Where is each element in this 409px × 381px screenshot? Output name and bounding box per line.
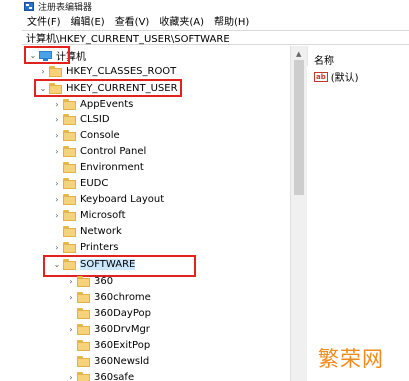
address-bar[interactable]: 计算机\HKEY_CURRENT_USER\SOFTWARE [22, 30, 409, 45]
highlight-box [24, 46, 70, 64]
tree-item-label: Microsoft [80, 210, 126, 221]
folder-icon [63, 178, 76, 189]
tree-item-360safe[interactable]: › 360safe [67, 370, 290, 381]
chevron-right-icon[interactable]: › [67, 325, 75, 334]
scroll-up-arrow-icon[interactable]: ▲ [296, 50, 301, 58]
tree-item-label: Control Panel [80, 146, 147, 157]
folder-icon [77, 292, 90, 303]
tree-item-label: AppEvents [80, 99, 134, 110]
folder-icon [77, 308, 90, 319]
chevron-right-icon[interactable]: › [53, 100, 61, 109]
tree-item-microsoft[interactable]: › Microsoft [53, 208, 290, 223]
tree-item-environment[interactable]: Environment [53, 160, 290, 175]
regedit-app-icon [24, 1, 34, 11]
folder-icon [63, 130, 76, 141]
column-divider [307, 46, 308, 66]
tree-item-console[interactable]: › Console [53, 128, 290, 143]
menu-file[interactable]: 文件(F) [27, 13, 61, 28]
tree-item-label: 360Newsld [94, 356, 150, 367]
chevron-right-icon[interactable]: › [53, 115, 61, 124]
tree-item-label: 360DrvMgr [94, 324, 150, 335]
folder-icon [63, 242, 76, 253]
folder-icon [77, 372, 90, 381]
tree-item-360exitpop[interactable]: 360ExitPop [67, 338, 290, 353]
tree-item-hkey-classes-root[interactable]: › HKEY_CLASSES_ROOT [39, 64, 290, 79]
chevron-right-icon[interactable]: › [53, 243, 61, 252]
tree-item-network[interactable]: Network [53, 224, 290, 239]
tree-item-label: Keyboard Layout [80, 194, 165, 205]
chevron-blank [53, 228, 61, 236]
chevron-right-icon[interactable]: › [53, 179, 61, 188]
tree-item-360newsld[interactable]: 360Newsld [67, 354, 290, 369]
tree-item-keyboard-layout[interactable]: › Keyboard Layout [53, 192, 290, 207]
folder-icon [49, 66, 62, 77]
chevron-blank [67, 358, 75, 366]
window-title: 注册表编辑器 [38, 2, 93, 13]
address-path: 计算机\HKEY_CURRENT_USER\SOFTWARE [26, 34, 230, 45]
value-row-default[interactable]: ab (默认) [314, 69, 359, 84]
tree-item-label: 360 [94, 276, 114, 287]
chevron-blank [67, 310, 75, 318]
tree-item-appevents[interactable]: › AppEvents [53, 97, 290, 112]
tree-item-360chrome[interactable]: › 360chrome [67, 290, 290, 305]
scroll-thumb[interactable] [294, 60, 304, 195]
tree-item-label: 360chrome [94, 292, 151, 303]
tree-item-label: 360safe [94, 372, 135, 381]
folder-icon [63, 226, 76, 237]
menu-help[interactable]: 帮助(H) [214, 13, 249, 28]
watermark-logo: 繁荣网 [318, 347, 384, 371]
value-name: (默认) [330, 73, 359, 84]
folder-icon [63, 210, 76, 221]
folder-icon [77, 276, 90, 287]
highlight-box [34, 79, 182, 97]
chevron-right-icon[interactable]: › [53, 147, 61, 156]
column-header-name[interactable]: 名称 [314, 52, 334, 67]
chevron-blank [67, 342, 75, 350]
tree-item-control-panel[interactable]: › Control Panel [53, 144, 290, 159]
tree-item-label: Printers [80, 242, 119, 253]
chevron-right-icon[interactable]: › [53, 211, 61, 220]
menu-favorites[interactable]: 收藏夹(A) [159, 13, 204, 28]
tree-item-label: Environment [80, 162, 144, 173]
folder-icon [63, 194, 76, 205]
menu-view[interactable]: 查看(V) [115, 13, 150, 28]
menu-edit[interactable]: 编辑(E) [71, 13, 105, 28]
tree-item-label: EUDC [80, 178, 109, 189]
folder-icon [77, 324, 90, 335]
tree-item-label: 360ExitPop [94, 340, 151, 351]
tree-item-label: CLSID [80, 114, 110, 125]
title-bar: 注册表编辑器 [0, 0, 409, 13]
folder-icon [63, 99, 76, 110]
tree-item-360daypop[interactable]: 360DayPop [67, 306, 290, 321]
tree-item-360drvmgr[interactable]: › 360DrvMgr [67, 322, 290, 337]
chevron-right-icon[interactable]: › [67, 293, 75, 302]
folder-icon [63, 162, 76, 173]
tree-item-360[interactable]: › 360 [67, 274, 290, 289]
chevron-blank [53, 164, 61, 172]
folder-icon [77, 356, 90, 367]
menu-bar: 文件(F) 编辑(E) 查看(V) 收藏夹(A) 帮助(H) [0, 12, 409, 29]
tree-item-printers[interactable]: › Printers [53, 240, 290, 255]
registry-tree: ⌄ 计算机 › HKEY_CLASSES_ROOT ⌄ HKEY_CURRENT… [22, 46, 290, 381]
tree-item-clsid[interactable]: › CLSID [53, 112, 290, 127]
chevron-right-icon[interactable]: › [67, 373, 75, 381]
tree-item-eudc[interactable]: › EUDC [53, 176, 290, 191]
string-value-icon: ab [314, 71, 328, 82]
folder-icon [77, 340, 90, 351]
folder-icon [63, 114, 76, 125]
folder-icon [63, 146, 76, 157]
tree-item-label: Network [80, 226, 122, 237]
chevron-right-icon[interactable]: › [53, 131, 61, 140]
tree-item-label: HKEY_CLASSES_ROOT [66, 66, 177, 77]
values-pane: 名称 ab (默认) [307, 46, 409, 381]
chevron-right-icon[interactable]: › [67, 277, 75, 286]
tree-scrollbar[interactable]: ▲ [290, 46, 307, 381]
tree-item-label: Console [80, 130, 120, 141]
chevron-right-icon[interactable]: › [53, 195, 61, 204]
tree-item-label: 360DayPop [94, 308, 151, 319]
chevron-right-icon[interactable]: › [39, 67, 47, 76]
